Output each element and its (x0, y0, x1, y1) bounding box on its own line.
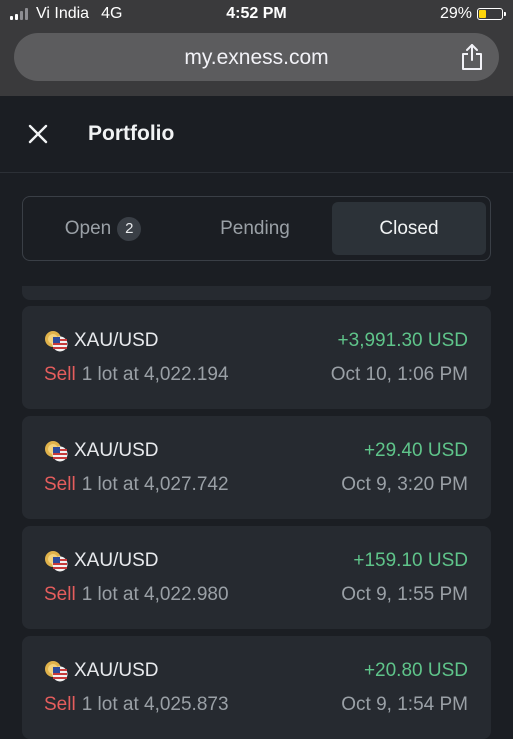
url-text[interactable]: my.exness.com (14, 46, 499, 70)
battery-percent: 29% (439, 5, 472, 22)
trade-detail: Sell 1 lot at 4,025.873 (44, 694, 229, 716)
gold-usd-icon (45, 551, 68, 572)
trade-date: Oct 9, 1:54 PM (341, 694, 468, 715)
gold-usd-icon (45, 661, 68, 682)
trade-symbol: XAU/USD (44, 550, 158, 572)
trade-side: Sell (44, 364, 76, 385)
trade-lot-price: 1 lot at 4,025.873 (81, 694, 229, 715)
closed-trade-card[interactable]: XAU/USD +20.80 USD Sell 1 lot at 4,025.87… (22, 636, 491, 739)
trade-side: Sell (44, 474, 76, 495)
trade-lot-price: 1 lot at 4,027.742 (81, 474, 229, 495)
symbol-label: XAU/USD (74, 330, 159, 351)
tab-closed[interactable]: Closed (332, 202, 486, 255)
status-bar: Vi India 4G 4:52 PM 29% (0, 0, 513, 30)
symbol-label: XAU/USD (74, 660, 159, 681)
address-bar[interactable]: my.exness.com (14, 33, 499, 81)
close-icon[interactable] (26, 122, 50, 146)
portfolio-header: Portfolio (0, 96, 513, 173)
tab-open[interactable]: Open 2 (28, 202, 178, 255)
trade-profit: +29.40 USD (363, 440, 468, 461)
closed-trade-card[interactable]: XAU/USD +3,991.30 USD Sell 1 lot at 4,022… (22, 306, 491, 409)
trade-side: Sell (44, 584, 76, 605)
trade-detail: Sell 1 lot at 4,022.980 (44, 584, 229, 606)
trade-profit: +3,991.30 USD (337, 330, 468, 351)
portfolio-tabs: Open 2 Pending Closed (22, 196, 491, 261)
browser-chrome: Vi India 4G 4:52 PM 29% my.exness.com (0, 0, 513, 96)
trade-profit: +20.80 USD (363, 660, 468, 681)
previous-card-edge (22, 286, 491, 300)
status-right: 29% (439, 5, 506, 23)
tab-closed-label: Closed (379, 217, 439, 239)
trade-date: Oct 10, 1:06 PM (330, 364, 468, 385)
trade-side: Sell (44, 694, 76, 715)
status-time: 4:52 PM (226, 5, 287, 22)
tab-open-label: Open (64, 217, 112, 239)
gold-usd-icon (45, 331, 68, 352)
tab-pending[interactable]: Pending (180, 202, 330, 255)
trade-lot-price: 1 lot at 4,022.194 (81, 364, 229, 385)
trade-symbol: XAU/USD (44, 440, 158, 462)
symbol-label: XAU/USD (74, 550, 159, 571)
open-count-badge: 2 (117, 216, 142, 241)
trade-date: Oct 9, 1:55 PM (341, 584, 468, 605)
trade-lot-price: 1 lot at 4,022.980 (81, 584, 229, 605)
battery-icon (477, 8, 506, 20)
trade-detail: Sell 1 lot at 4,027.742 (44, 474, 229, 496)
closed-trade-card[interactable]: XAU/USD +29.40 USD Sell 1 lot at 4,027.74… (22, 416, 491, 519)
symbol-label: XAU/USD (74, 440, 159, 461)
share-icon[interactable] (459, 43, 485, 71)
tab-pending-label: Pending (220, 217, 290, 239)
trade-profit: +159.10 USD (353, 550, 468, 571)
page-title: Portfolio (88, 122, 175, 145)
trade-detail: Sell 1 lot at 4,022.194 (44, 364, 229, 386)
closed-trade-card[interactable]: XAU/USD +159.10 USD Sell 1 lot at 4,022.9… (22, 526, 491, 629)
trade-symbol: XAU/USD (44, 660, 158, 682)
gold-usd-icon (45, 441, 68, 462)
trade-date: Oct 9, 3:20 PM (341, 474, 468, 495)
trade-symbol: XAU/USD (44, 330, 158, 352)
